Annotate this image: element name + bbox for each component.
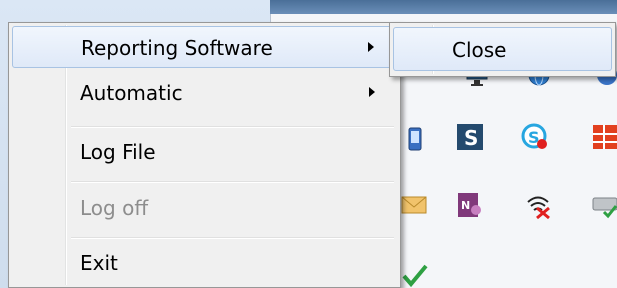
- green-check-icon[interactable]: [400, 258, 430, 288]
- skype-icon[interactable]: S: [520, 122, 550, 152]
- submenu-item-close[interactable]: Close: [393, 27, 612, 71]
- menu-item-label: Automatic: [80, 81, 183, 105]
- menu-item-label: Reporting Software: [81, 36, 273, 60]
- menu-item-exit[interactable]: Exit: [12, 242, 397, 284]
- context-menu: Reporting Software Automatic Log File Lo…: [8, 22, 401, 288]
- orange-grid-icon[interactable]: [590, 122, 617, 152]
- reporting-software-submenu: Close: [389, 22, 616, 77]
- menu-item-automatic[interactable]: Automatic: [12, 77, 397, 119]
- submenu-item-label: Close: [452, 38, 507, 62]
- menu-separator: [71, 126, 394, 128]
- svg-text:S: S: [464, 126, 478, 150]
- envelope-icon[interactable]: [400, 190, 430, 220]
- submenu-arrow-icon: [369, 87, 375, 97]
- svg-text:N: N: [461, 199, 470, 212]
- menu-item-log-file[interactable]: Log File: [12, 131, 397, 173]
- menu-separator: [71, 237, 394, 239]
- menu-item-label: Log off: [80, 196, 149, 220]
- stream-s-icon[interactable]: S: [455, 122, 485, 152]
- phone-icon[interactable]: [400, 124, 430, 154]
- drive-check-icon[interactable]: [590, 190, 617, 220]
- menu-item-log-off: Log off: [12, 187, 397, 229]
- onenote-icon[interactable]: N: [455, 190, 485, 220]
- menu-item-label: Log File: [80, 140, 156, 164]
- menu-item-label: Exit: [80, 251, 118, 275]
- submenu-arrow-icon: [368, 42, 374, 52]
- wifi-disconnected-icon[interactable]: [523, 190, 553, 220]
- menu-separator: [71, 181, 394, 183]
- menu-item-reporting-software[interactable]: Reporting Software: [12, 26, 397, 68]
